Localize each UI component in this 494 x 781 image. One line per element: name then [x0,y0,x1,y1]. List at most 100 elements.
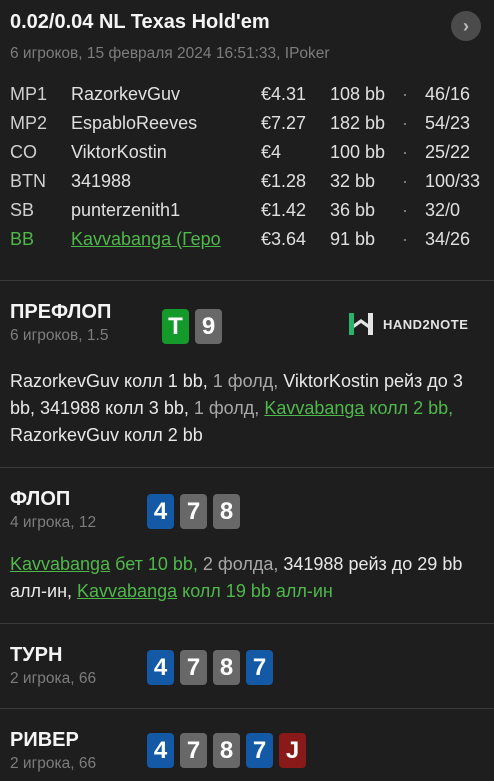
player-stack-bb: 182 bb [330,113,386,133]
card: 7 [180,650,207,685]
player-stats: 32/0 [425,200,461,220]
street-title: ПРЕФЛОП [10,301,112,323]
separator-dot: · [402,142,408,162]
card: J [279,733,306,768]
street-title: ТУРН [10,644,63,666]
separator-dot: · [402,229,408,249]
card: T [162,309,189,344]
street-subtitle: 4 игрока, 12 [10,514,97,531]
card: 7 [180,733,207,768]
divider [0,708,494,709]
player-position: BB [10,229,35,249]
player-stats: 34/26 [425,229,471,249]
action-player[interactable]: RazorkevGuv [10,371,119,391]
hand-title: 0.02/0.04 NL Texas Hold'em [10,11,270,33]
street-title: РИВЕР [10,729,79,751]
player-name[interactable]: RazorkevGuv [71,84,243,105]
action-player[interactable]: 341988 [40,398,100,418]
card: 8 [213,494,240,529]
player-name[interactable]: EspabloReeves [71,113,243,134]
card: 4 [147,494,174,529]
action-player[interactable]: 341988 [283,554,343,574]
action-player[interactable]: ViktorKostin [283,371,379,391]
street-subtitle: 2 игрока, 66 [10,755,97,772]
separator-dot: · [402,84,408,104]
player-name[interactable]: punterzenith1 [71,200,243,221]
player-stack: €1.42 [261,200,307,220]
street-subtitle: 2 игрока, 66 [10,670,97,687]
player-stats: 25/22 [425,142,471,162]
action-text-hero: колл 19 bb алл-ин [177,581,333,601]
card: 8 [213,650,240,685]
player-name[interactable]: ViktorKostin [71,142,243,163]
divider [0,467,494,468]
card: 8 [213,733,240,768]
player-stack-bb: 36 bb [330,200,376,220]
hand2note-logo: HAND2NOTE [347,309,468,339]
action-fold: 2 фолда, [202,554,284,574]
player-row: MP1 RazorkevGuv €4.31 108 bb · 46/16 [0,84,494,113]
player-stack: €1.28 [261,171,307,191]
flop-actions: Kavvabanga бет 10 bb, 2 фолда, 341988 ре… [10,551,484,605]
player-row: SB punterzenith1 €1.42 36 bb · 32/0 [0,200,494,229]
board-cards: 4 7 8 [147,494,240,529]
card: 4 [147,650,174,685]
card: 7 [180,494,207,529]
street-subtitle: 6 игроков, 1.5 [10,327,109,344]
divider [0,280,494,281]
player-stack: €7.27 [261,113,307,133]
player-stack: €4.31 [261,84,307,104]
card: 4 [147,733,174,768]
player-row-hero: BB Kavvabanga (Геро €3.64 91 bb · 34/26 [0,229,494,258]
action-text-hero: колл 2 bb, [364,398,454,418]
card: 7 [246,650,273,685]
separator-dot: · [402,113,408,133]
action-text: колл 3 bb, [100,398,194,418]
hand-header: 0.02/0.04 NL Texas Hold'em 6 игроков, 15… [0,0,494,280]
players-list: MP1 RazorkevGuv €4.31 108 bb · 46/16 MP2… [0,84,494,258]
player-stack-bb: 100 bb [330,142,386,162]
player-stack-bb: 91 bb [330,229,376,249]
player-position: BTN [10,171,46,191]
action-hero[interactable]: Kavvabanga [264,398,364,418]
separator-dot: · [402,171,408,191]
action-player[interactable]: RazorkevGuv [10,425,119,445]
player-stack: €4 [261,142,282,162]
player-stack-bb: 108 bb [330,84,386,104]
action-hero[interactable]: Kavvabanga [10,554,110,574]
player-stats: 46/16 [425,84,471,104]
player-name[interactable]: 341988 [71,171,243,192]
player-position: MP1 [10,84,48,104]
separator-dot: · [402,200,408,220]
street-title: ФЛОП [10,488,71,510]
divider [0,623,494,624]
preflop-actions: RazorkevGuv колл 1 bb, 1 фолд, ViktorKos… [10,368,484,449]
next-hand-button[interactable]: › [451,11,481,41]
board-cards: 4 7 8 7 J [147,733,306,768]
player-row: MP2 EspabloReeves €7.27 182 bb · 54/23 [0,113,494,142]
player-stack: €3.64 [261,229,307,249]
card: 9 [195,309,222,344]
action-fold: 1 фолд, [212,371,284,391]
action-text: колл 2 bb [119,425,203,445]
action-fold: 1 фолд, [193,398,265,418]
player-name[interactable]: Kavvabanga (Геро [71,229,243,250]
hand2note-logo-text: HAND2NOTE [383,316,469,332]
player-row: BTN 341988 €1.28 32 bb · 100/33 [0,171,494,200]
hero-hole-cards: T 9 [162,309,222,344]
board-cards: 4 7 8 7 [147,650,273,685]
player-position: CO [10,142,37,162]
card: 7 [246,733,273,768]
player-stack-bb: 32 bb [330,171,376,191]
player-position: SB [10,200,35,220]
player-position: MP2 [10,113,48,133]
chevron-right-icon: › [463,16,469,36]
action-hero[interactable]: Kavvabanga [77,581,177,601]
player-stats: 54/23 [425,113,471,133]
hand-subtitle: 6 игроков, 15 февраля 2024 16:51:33, IPo… [10,45,330,62]
hand2note-logo-icon [349,313,373,335]
action-text-hero: бет 10 bb, [110,554,203,574]
player-row: CO ViktorKostin €4 100 bb · 25/22 [0,142,494,171]
player-stats: 100/33 [425,171,481,191]
action-text: колл 1 bb, [119,371,213,391]
